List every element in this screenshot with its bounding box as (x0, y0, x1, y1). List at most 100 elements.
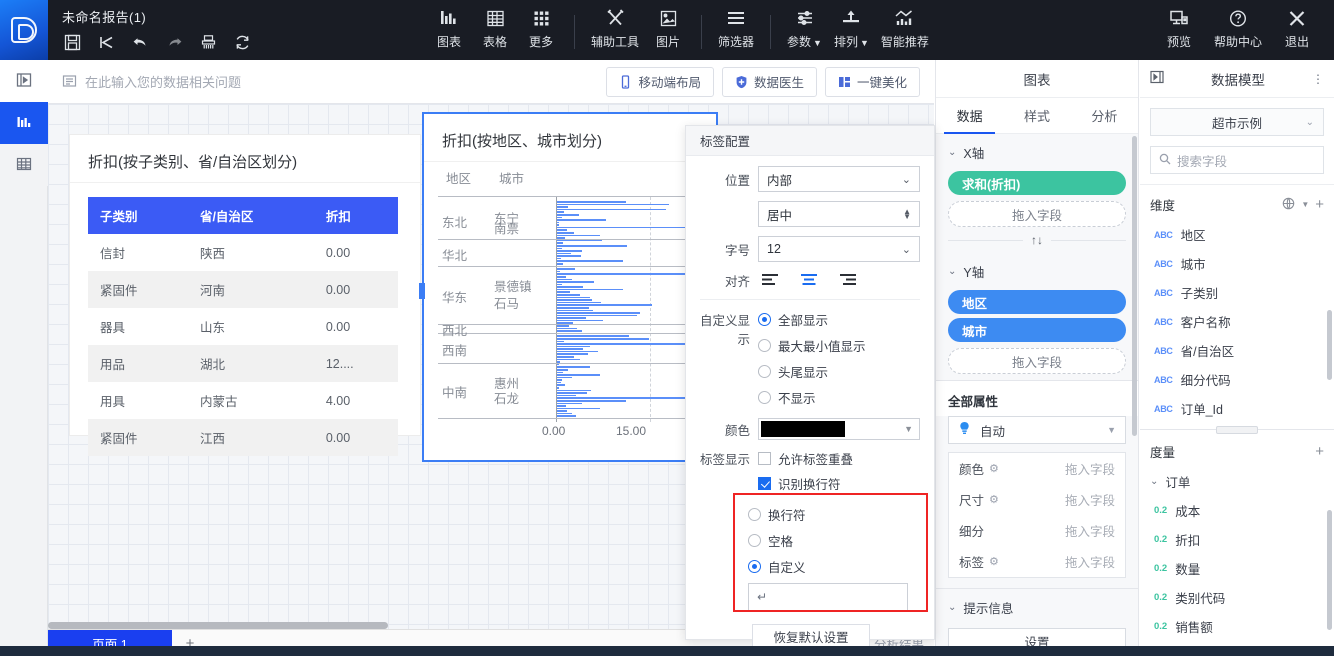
tool-more[interactable]: 更多 (518, 6, 564, 50)
bar[interactable] (557, 312, 640, 314)
panel-collapse-icon[interactable] (1150, 70, 1164, 87)
dimension-field-customer[interactable]: ABC客户名称 (1140, 307, 1334, 336)
bar[interactable] (557, 346, 590, 348)
bar[interactable] (557, 258, 561, 260)
dimension-field-city[interactable]: ABC城市 (1140, 249, 1334, 278)
bar[interactable] (557, 229, 567, 231)
bar[interactable] (557, 392, 587, 394)
bar[interactable] (557, 310, 593, 312)
measure-field-quantity[interactable]: 0.2数量 (1140, 554, 1334, 583)
chart-panel-scrollbar[interactable] (1132, 136, 1137, 436)
bar[interactable] (557, 273, 706, 275)
bar[interactable] (557, 351, 598, 353)
mobile-layout-button[interactable]: 移动端布局 (606, 67, 714, 97)
widget-discount-barchart[interactable]: 折扣(按地区、城市划分) 地区 城市 东北华北华东西北西南中南 东宁南票景德镇石… (422, 112, 718, 462)
beautify-button[interactable]: 一键美化 (825, 67, 920, 97)
auto-attribute-select[interactable]: 自动 ▼ (948, 416, 1126, 444)
checkbox-allow-overlap[interactable]: 允许标签重叠 (758, 449, 920, 468)
tool-arrange[interactable]: 排列▼ (828, 6, 875, 50)
bar[interactable] (557, 364, 559, 366)
bar[interactable] (557, 242, 563, 244)
attr-row-label[interactable]: 标签 ⚙ 拖入字段 (949, 546, 1125, 577)
measure-field-cost[interactable]: 0.2成本 (1140, 496, 1334, 525)
bar[interactable] (557, 253, 571, 255)
bar[interactable] (557, 214, 579, 216)
bar[interactable] (557, 374, 600, 376)
rail-panel-toggle[interactable] (0, 60, 48, 102)
bar[interactable] (557, 204, 669, 206)
bar[interactable] (557, 341, 564, 343)
bar[interactable] (557, 297, 590, 299)
bar[interactable] (557, 403, 582, 405)
gear-icon-color[interactable]: ⚙ (989, 462, 999, 475)
widget-discount-table[interactable]: 折扣(按子类别、省/自治区划分) 子类别 省/自治区 折扣 信封陕西0.00 紧… (70, 135, 420, 435)
bar[interactable] (557, 227, 706, 229)
bar[interactable] (557, 330, 582, 332)
bar[interactable] (557, 384, 565, 386)
bar[interactable] (557, 260, 623, 262)
bar[interactable] (557, 335, 629, 337)
refresh-icon[interactable] (232, 32, 252, 52)
bar[interactable] (557, 366, 590, 368)
bar[interactable] (557, 263, 563, 265)
option-show-none[interactable]: 不显示 (758, 388, 920, 407)
bar[interactable] (557, 211, 564, 213)
bar[interactable] (557, 299, 592, 301)
bar[interactable] (557, 281, 594, 283)
table-row[interactable]: 信封陕西0.00 (88, 234, 398, 271)
y-axis-section-header[interactable]: ⌄ Y轴 (936, 253, 1138, 286)
align-right-icon[interactable] (840, 273, 857, 289)
bar[interactable] (557, 320, 603, 322)
bar[interactable] (557, 268, 575, 270)
rail-chart-list[interactable] (0, 102, 48, 144)
globe-icon[interactable] (1282, 197, 1295, 213)
table-row[interactable]: 用品湖北12.... (88, 345, 398, 382)
tab-data[interactable]: 数据 (936, 98, 1003, 133)
bar[interactable] (557, 248, 562, 250)
bar[interactable] (557, 338, 649, 340)
attr-detail-dropzone[interactable]: 拖入字段 (1065, 521, 1115, 540)
question-input[interactable]: 在此输入您的数据相关问题 (85, 72, 241, 91)
bar[interactable] (557, 379, 562, 381)
attr-row-detail[interactable]: 细分 拖入字段 (949, 515, 1125, 546)
tool-parameter[interactable]: 参数▼ (781, 6, 828, 50)
bar[interactable] (557, 245, 627, 247)
x-axis-section-header[interactable]: ⌄ X轴 (936, 134, 1138, 167)
attr-row-color[interactable]: 颜色 ⚙ 拖入字段 (949, 453, 1125, 484)
bar[interactable] (557, 286, 583, 288)
fontsize-select[interactable]: 12 ⌄ (758, 236, 920, 262)
table-row[interactable]: 紧固件江西0.00 (88, 419, 398, 456)
bar[interactable] (557, 356, 574, 358)
align-left-icon[interactable] (762, 273, 779, 289)
bar[interactable] (557, 410, 567, 412)
bar[interactable] (557, 209, 666, 211)
bar[interactable] (557, 405, 566, 407)
plus-icon-measure[interactable]: + (1315, 443, 1324, 460)
tab-analysis[interactable]: 分析 (1071, 98, 1138, 133)
dimension-field-province[interactable]: ABC省/自治区 (1140, 336, 1334, 365)
checkbox-recognize-linebreak[interactable]: 识别换行符 (758, 474, 920, 493)
dimension-field-region[interactable]: ABC地区 (1140, 220, 1334, 249)
measure-field-discount[interactable]: 0.2折扣 (1140, 525, 1334, 554)
attr-label-dropzone[interactable]: 拖入字段 (1065, 552, 1115, 571)
dimension-field-segmentcode[interactable]: ABC细分代码 (1140, 365, 1334, 394)
back-to-start-icon[interactable] (96, 32, 116, 52)
bar[interactable] (557, 387, 559, 389)
bar[interactable] (557, 201, 626, 203)
dimension-field-orderid[interactable]: ABC订单_Id (1140, 394, 1334, 423)
rail-table-list[interactable] (0, 144, 48, 186)
bar[interactable] (557, 328, 577, 330)
bar[interactable] (557, 348, 583, 350)
brand-logo[interactable] (0, 0, 48, 60)
tool-preview[interactable]: 预览 (1156, 6, 1202, 50)
bar[interactable] (557, 271, 560, 273)
bar[interactable] (557, 377, 572, 379)
bar[interactable] (557, 317, 586, 319)
measure-group-orders[interactable]: ⌄订单 (1140, 467, 1334, 496)
y-axis-dropzone[interactable]: 拖入字段 (948, 348, 1126, 374)
table-row[interactable]: 紧固件河南0.00 (88, 271, 398, 308)
bar[interactable] (557, 302, 601, 304)
tool-image[interactable]: 图片 (645, 6, 691, 50)
align-center-icon[interactable] (801, 273, 818, 289)
table-row[interactable]: 器具山东0.00 (88, 308, 398, 345)
